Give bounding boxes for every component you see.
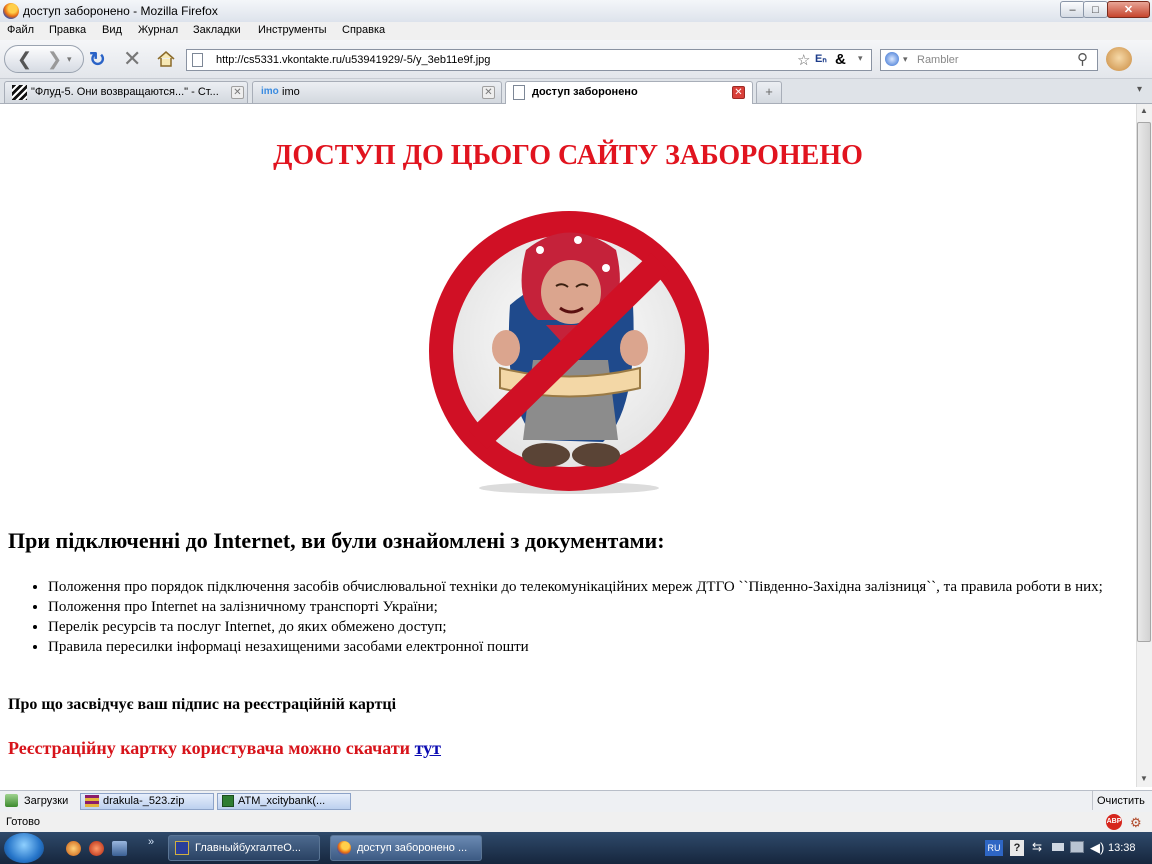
download-bar: Загрузки drakula-_523.zip ATM_xcitybank(… — [0, 790, 1152, 813]
menu-tools[interactable]: Инструменты — [258, 24, 327, 36]
download-filename: drakula-_523.zip — [103, 795, 185, 807]
adblock-icon[interactable]: ABP — [1106, 814, 1122, 830]
back-forward-group: ❮ ❯ ▾ — [4, 45, 84, 73]
tab-imo[interactable]: imo imo ✕ — [252, 81, 502, 103]
clear-downloads-button[interactable]: Очистить — [1097, 795, 1145, 807]
downloads-icon — [5, 794, 18, 807]
bookmark-star-icon[interactable]: ☆ — [797, 51, 810, 69]
scroll-down-icon[interactable]: ▼ — [1140, 774, 1148, 783]
url-bar[interactable]: http://cs5331.vkontakte.ru/u53941929/-5/… — [186, 49, 872, 71]
downloads-label[interactable]: Загрузки — [24, 795, 68, 807]
search-bar[interactable]: ▾ Rambler ⚲ — [880, 49, 1098, 71]
task-label: доступ заборонено ... — [357, 842, 468, 854]
download-item[interactable]: drakula-_523.zip — [80, 793, 214, 810]
tab-label: imo — [282, 86, 300, 98]
help-icon[interactable]: ? — [1010, 840, 1024, 856]
page-heading: ДОСТУП ДО ЦЬОГО САЙТУ ЗАБОРОНЕНО — [273, 140, 863, 171]
stop-icon[interactable]: ✕ — [123, 46, 141, 72]
documents-list: Положення про порядок підключення засобі… — [8, 577, 1136, 657]
search-input[interactable]: Rambler — [917, 54, 959, 66]
menu-view[interactable]: Вид — [102, 24, 122, 36]
clock: 13:38 — [1108, 842, 1136, 854]
tab-label: "Флуд-5. Они возвращаются..." - Ст... — [31, 86, 219, 98]
translate-icon[interactable]: Eₙ — [815, 52, 827, 65]
imo-icon: imo — [261, 86, 279, 97]
flood-site-icon — [12, 85, 27, 100]
engine-dropdown-icon[interactable]: ▾ — [903, 54, 908, 65]
list-item: Положення про Internet на залізничному т… — [48, 597, 1136, 617]
addon-face-icon[interactable] — [1106, 47, 1132, 71]
navigation-toolbar: ❮ ❯ ▾ ↻ ✕ http://cs5331.vkontakte.ru/u53… — [0, 40, 1152, 79]
tab-close-icon[interactable]: ✕ — [231, 86, 244, 99]
reload-icon[interactable]: ↻ — [89, 47, 106, 72]
app-icon — [175, 841, 189, 855]
tab-strip: "Флуд-5. Они возвращаются..." - Ст... ✕ … — [0, 79, 1152, 104]
page-content: ДОСТУП ДО ЦЬОГО САЙТУ ЗАБОРОНЕНО При під… — [0, 104, 1136, 787]
volume-icon[interactable]: ◀) — [1090, 840, 1104, 856]
window-title: доступ заборонено - Mozilla Firefox — [23, 4, 218, 18]
firefox-icon — [337, 841, 351, 855]
tab-label: доступ заборонено — [532, 86, 638, 98]
scrollbar-thumb[interactable] — [1137, 122, 1151, 642]
list-item: Перелік ресурсів та послуг Internet, до … — [48, 617, 1136, 637]
minimize-button[interactable]: – — [1060, 1, 1085, 18]
ampersand-icon[interactable]: & — [835, 51, 846, 68]
tab-close-icon[interactable]: ✕ — [482, 86, 495, 99]
page-icon — [192, 53, 203, 67]
title-bar: доступ заборонено - Mozilla Firefox – □ … — [0, 0, 1152, 23]
status-bar: Готово ABP ⚙ — [0, 812, 1152, 832]
quicklaunch-overflow-icon[interactable]: » — [148, 836, 154, 848]
tab-close-icon[interactable]: ✕ — [732, 86, 745, 99]
taskbar-button[interactable]: доступ заборонено ... — [330, 835, 482, 861]
menu-file[interactable]: Файл — [7, 24, 34, 36]
url-text: http://cs5331.vkontakte.ru/u53941929/-5/… — [216, 54, 491, 66]
url-dropdown-icon[interactable]: ▾ — [858, 53, 863, 64]
search-icon[interactable]: ⚲ — [1077, 50, 1088, 68]
menu-bookmarks[interactable]: Закладки — [193, 24, 241, 36]
firefox-icon — [3, 3, 19, 19]
home-icon[interactable] — [156, 50, 176, 68]
download-item[interactable]: ATM_xcitybank(... — [217, 793, 351, 810]
spreadsheet-icon — [222, 795, 234, 807]
display-icon[interactable] — [1070, 841, 1084, 853]
back-icon[interactable]: ❮ — [17, 49, 32, 70]
download-line: Реєстраційну картку користувача можно ск… — [8, 738, 441, 759]
archive-icon — [85, 795, 99, 807]
new-tab-button[interactable]: + — [756, 81, 782, 103]
task-label: ГлавныйбухгалтеО... — [195, 842, 301, 854]
close-button[interactable]: ✕ — [1107, 1, 1150, 18]
tab-access-denied[interactable]: доступ заборонено ✕ — [505, 81, 753, 104]
list-item: Правила пересилки інформаці незахищеними… — [48, 637, 1136, 657]
maximize-button[interactable]: □ — [1083, 1, 1108, 18]
scroll-up-icon[interactable]: ▲ — [1140, 106, 1148, 115]
taskbar-button[interactable]: ГлавныйбухгалтеО... — [168, 835, 320, 861]
menu-edit[interactable]: Правка — [49, 24, 86, 36]
download-filename: ATM_xcitybank(... — [238, 795, 326, 807]
quicklaunch-icon[interactable] — [89, 841, 104, 856]
menu-history[interactable]: Журнал — [138, 24, 178, 36]
prohibition-sign-image — [429, 211, 709, 494]
status-text: Готово — [6, 816, 40, 828]
taskbar: » ГлавныйбухгалтеО... доступ заборонено … — [0, 832, 1152, 864]
history-dropdown-icon[interactable]: ▾ — [67, 54, 72, 65]
network-icon[interactable]: ⇆ — [1032, 840, 1042, 854]
forward-icon[interactable]: ❯ — [47, 49, 62, 70]
list-item: Положення про порядок підключення засобі… — [48, 577, 1136, 597]
menu-bar: Файл Правка Вид Журнал Закладки Инструме… — [0, 22, 1152, 40]
page-icon — [513, 85, 525, 100]
tab-flood[interactable]: "Флуд-5. Они возвращаются..." - Ст... ✕ — [4, 81, 248, 103]
tab-list-icon[interactable]: ▾ — [1137, 84, 1142, 95]
signature-note: Про що засвідчує ваш підпис на реєстраці… — [8, 696, 397, 713]
language-indicator[interactable]: RU — [985, 840, 1003, 856]
search-engine-icon[interactable] — [885, 52, 899, 66]
quicklaunch-icon[interactable] — [112, 841, 127, 856]
quicklaunch-icon[interactable] — [66, 841, 81, 856]
documents-heading: При підключенні до Internet, ви були озн… — [8, 528, 665, 553]
download-link[interactable]: тут — [415, 738, 441, 758]
menu-help[interactable]: Справка — [342, 24, 385, 36]
tray-icon[interactable] — [1052, 843, 1064, 851]
start-button[interactable] — [4, 833, 44, 863]
addon-status-icon[interactable]: ⚙ — [1130, 815, 1142, 831]
download-text: Реєстраційну картку користувача можно ск… — [8, 738, 411, 758]
